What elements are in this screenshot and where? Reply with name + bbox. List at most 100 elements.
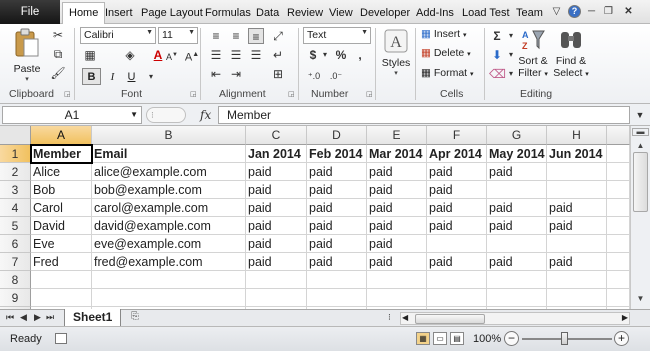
cell-b2[interactable]: alice@example.com — [92, 163, 246, 181]
comma-button[interactable]: , — [352, 47, 368, 63]
cell-h9[interactable] — [547, 289, 607, 307]
column-header-c[interactable]: C — [246, 126, 307, 145]
cut-icon[interactable]: ✂ — [50, 27, 66, 43]
column-header-b[interactable]: B — [92, 126, 246, 145]
tab-team[interactable]: Team — [516, 3, 543, 24]
cell-b1[interactable]: Email — [92, 145, 246, 163]
row-header-5[interactable]: 5 — [0, 217, 31, 235]
cell-b6[interactable]: eve@example.com — [92, 235, 246, 253]
window-close-icon[interactable]: ✕ — [622, 5, 635, 18]
column-header-a[interactable]: A — [31, 126, 92, 145]
cell-g3[interactable] — [487, 181, 547, 199]
cell-g1[interactable]: May 2014 — [487, 145, 547, 163]
record-macro-icon[interactable] — [55, 333, 67, 344]
tab-page-layout[interactable]: Page Layout — [141, 3, 203, 24]
scroll-down-icon[interactable]: ▼ — [632, 291, 649, 307]
cell-a2[interactable]: Alice — [31, 163, 92, 181]
page-break-view-icon[interactable]: ▤ — [450, 332, 464, 345]
align-bottom-icon[interactable]: ≡ — [248, 28, 264, 44]
cell-c7[interactable]: paid — [246, 253, 307, 271]
cell-a1[interactable]: Member — [31, 145, 92, 163]
cell-c6[interactable]: paid — [246, 235, 307, 253]
font-launcher-icon[interactable]: ◲ — [190, 90, 197, 98]
cell-e2[interactable]: paid — [367, 163, 427, 181]
tab-review[interactable]: Review — [287, 3, 323, 24]
cell-filler[interactable] — [607, 181, 630, 199]
next-sheet-icon[interactable]: ▶ — [34, 312, 41, 323]
styles-button[interactable]: A Styles ▾ — [380, 28, 412, 77]
cell-a5[interactable]: David — [31, 217, 92, 235]
cell-f9[interactable] — [427, 289, 487, 307]
help-icon[interactable]: ? — [568, 5, 581, 18]
cell-d7[interactable]: paid — [307, 253, 367, 271]
vertical-scrollbar[interactable]: ▬ ▲ ▼ — [630, 126, 650, 309]
sheet-tab[interactable]: Sheet1 — [64, 309, 122, 327]
cell-h8[interactable] — [547, 271, 607, 289]
tab-add-ins[interactable]: Add-Ins — [416, 3, 454, 24]
align-middle-icon[interactable]: ≡ — [228, 28, 244, 44]
cell-d3[interactable]: paid — [307, 181, 367, 199]
cell-d4[interactable]: paid — [307, 199, 367, 217]
zoom-level[interactable]: 100% — [473, 333, 501, 345]
decrease-decimal-icon[interactable]: .0⁻ — [328, 68, 344, 84]
row-header-4[interactable]: 4 — [0, 199, 31, 217]
align-top-icon[interactable]: ≡ — [208, 28, 224, 44]
underline-button[interactable]: U — [122, 68, 141, 85]
tab-insert[interactable]: Insert — [105, 3, 133, 24]
horizontal-scrollbar[interactable]: ◀ ▶ — [400, 312, 630, 325]
currency-dropdown-icon[interactable]: ▾ — [317, 47, 333, 63]
worksheet-grid[interactable]: A B C D E F G H 1 Member Email Jan 2014 Feb 2014 Mar … — [0, 126, 630, 309]
select-all-button[interactable] — [0, 126, 31, 145]
cell-g8[interactable] — [487, 271, 547, 289]
cell-h5[interactable]: paid — [547, 217, 607, 235]
cell-b9[interactable] — [92, 289, 246, 307]
cell-e6[interactable]: paid — [367, 235, 427, 253]
cell-a7[interactable]: Fred — [31, 253, 92, 271]
format-cells-button[interactable]: ▦ Format ▾ — [421, 67, 474, 79]
cell-filler[interactable] — [607, 289, 630, 307]
percent-button[interactable]: % — [333, 47, 349, 63]
first-sheet-icon[interactable]: ⏮ — [6, 312, 14, 323]
cell-d9[interactable] — [307, 289, 367, 307]
paste-dropdown-icon[interactable]: ▾ — [10, 75, 44, 83]
cell-f8[interactable] — [427, 271, 487, 289]
fill-color-icon[interactable]: ◈ — [122, 47, 138, 63]
cell-e3[interactable]: paid — [367, 181, 427, 199]
cell-filler[interactable] — [607, 271, 630, 289]
tab-data[interactable]: Data — [256, 3, 279, 24]
cell-d5[interactable]: paid — [307, 217, 367, 235]
formula-bar-resize-handle[interactable]: ⁝ — [146, 107, 186, 123]
cell-c1[interactable]: Jan 2014 — [246, 145, 307, 163]
cell-filler[interactable] — [607, 199, 630, 217]
font-color-button[interactable]: A — [150, 47, 166, 63]
cell-a8[interactable] — [31, 271, 92, 289]
cell-g6[interactable] — [487, 235, 547, 253]
align-center-icon[interactable]: ☰ — [228, 47, 244, 63]
copy-icon[interactable]: ⧉ — [50, 46, 66, 62]
find-select-button[interactable]: Find & Select ▾ — [553, 28, 589, 81]
increase-decimal-icon[interactable]: ⁺.0 — [306, 68, 322, 84]
tab-file[interactable]: File — [0, 0, 60, 24]
cell-h7[interactable]: paid — [547, 253, 607, 271]
cell-filler[interactable] — [607, 253, 630, 271]
cell-c3[interactable]: paid — [246, 181, 307, 199]
zoom-out-icon[interactable]: − — [504, 331, 519, 346]
column-header-h[interactable]: H — [547, 126, 607, 145]
tab-view[interactable]: View — [329, 3, 353, 24]
minimize-ribbon-icon[interactable]: ▽ — [550, 5, 563, 18]
tab-load-test[interactable]: Load Test — [462, 3, 510, 24]
window-restore-icon[interactable]: ❐ — [602, 5, 615, 18]
cell-filler[interactable] — [607, 145, 630, 163]
cell-d2[interactable]: paid — [307, 163, 367, 181]
tab-developer[interactable]: Developer — [360, 3, 410, 24]
normal-view-icon[interactable]: ▦ — [416, 332, 430, 345]
cell-filler[interactable] — [607, 235, 630, 253]
row-header-3[interactable]: 3 — [0, 181, 31, 199]
row-header-2[interactable]: 2 — [0, 163, 31, 181]
underline-dropdown-icon[interactable]: ▾ — [143, 69, 159, 85]
cell-filler[interactable] — [607, 163, 630, 181]
decrease-indent-icon[interactable]: ⇤ — [208, 66, 224, 82]
cell-f4[interactable]: paid — [427, 199, 487, 217]
formula-input[interactable]: Member — [218, 106, 630, 124]
number-format-select[interactable]: Text ▼ — [303, 27, 371, 44]
